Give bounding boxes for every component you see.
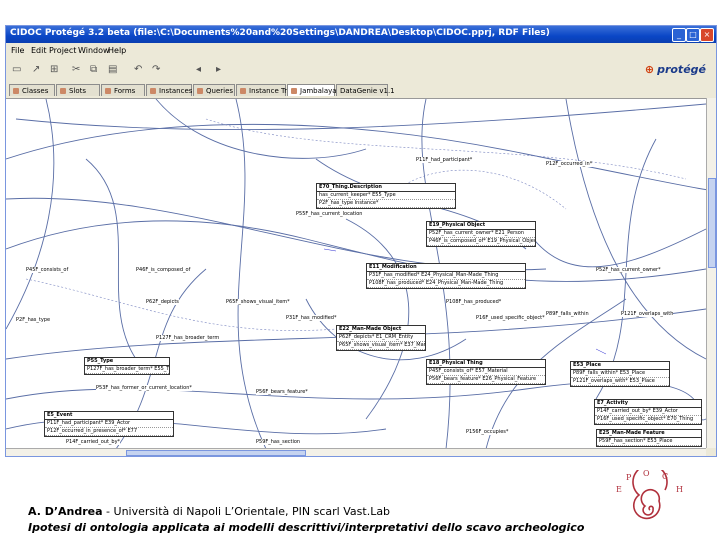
menu-help[interactable]: Help [108, 46, 126, 55]
new-icon[interactable]: ▭ [12, 64, 21, 75]
redo-icon[interactable]: ↷ [152, 64, 160, 75]
epoch-logo: E P O C H [616, 470, 683, 520]
horizontal-scroll-thumb[interactable] [126, 450, 306, 456]
jambalaya-tab-icon [291, 88, 297, 94]
edge-label: P52F_has_current_owner* [596, 267, 661, 273]
graph-node[interactable]: E5_Event P11F_had_participant* E39_Actor… [44, 411, 174, 437]
edge-label: P2F_has_type [16, 317, 51, 323]
protege-logo-mark-icon: ⊕ [644, 63, 655, 76]
slots-tab-icon [60, 88, 66, 94]
toolbar: ▭ ↗ ⊞ ✂ ⧉ ▤ ↶ ↷ ◂ ▸ ⊕ protégé [6, 59, 716, 83]
slide-footer-subtitle: Ipotesi di ontologia applicata ai modell… [28, 521, 585, 534]
menu-bar: File Edit Project Window Help [6, 44, 716, 57]
edge-label: P46F_is_composed_of [136, 267, 191, 273]
epoch-letter: P [626, 473, 632, 482]
back-icon[interactable]: ◂ [196, 64, 201, 75]
graph-node[interactable]: E7_Activity P14F_carried_out_by* E39_Act… [594, 399, 702, 425]
edge-label: P89F_falls_within [546, 311, 589, 317]
edge-label: P62F_depicts [146, 299, 179, 305]
edge-label: P108F_has_produced* [446, 299, 502, 305]
menu-window[interactable]: Window [78, 46, 110, 55]
close-button[interactable]: × [700, 28, 714, 42]
graph-node[interactable]: E53_Place P89F_falls_within* E53_Place P… [570, 361, 670, 387]
graph-node[interactable]: E19_Physical Object P52F_has_current_own… [426, 221, 536, 247]
edge-label: P55F_has_current_location [296, 211, 363, 217]
open-icon[interactable]: ↗ [32, 64, 40, 75]
tab-jambalaya[interactable]: Jambalaya [287, 84, 337, 96]
edge-label: P127F_has_broader_term [156, 335, 220, 341]
window-title: CIDOC Protégé 3.2 beta (file:\C:\Documen… [10, 28, 550, 38]
forms-tab-icon [105, 88, 111, 94]
cut-icon[interactable]: ✂ [72, 64, 80, 75]
edge-label: P65F_shows_visual_item* [226, 299, 290, 305]
edge-label: P59F_has_section [256, 439, 301, 445]
edge-label: P16F_used_specific_object* [476, 315, 545, 321]
graph-edges [6, 99, 706, 449]
forward-icon[interactable]: ▸ [216, 64, 221, 75]
slide-footer-author: A. D’Andrea - Università di Napoli L’Ori… [28, 505, 391, 518]
tab-slots[interactable]: Slots [56, 84, 100, 96]
graph-node[interactable]: E11_Modification P31F_has_modified* E24_… [366, 263, 526, 289]
vertical-scrollbar[interactable] [706, 98, 716, 448]
tab-datagenie[interactable]: DataGenie v1.1 [336, 84, 395, 96]
edge-label: P56F_bears_feature* [256, 389, 308, 395]
graph-node[interactable]: E18_Physical Thing P45F_consists_of* E57… [426, 359, 546, 385]
graph-node[interactable]: P55_Type P127F_has_broader_term* E55_Typ… [84, 357, 170, 375]
edge-label: P12F_occurred_in* [546, 161, 593, 167]
menu-edit[interactable]: Edit [31, 46, 47, 55]
edge-label: P45F_consists_of [26, 267, 69, 273]
tab-queries[interactable]: Queries [193, 84, 235, 96]
edge-label: P156F_occupies* [466, 429, 509, 435]
graph-node[interactable]: E22_Man-Made Object P62F_depicts* E1_CRM… [336, 325, 426, 351]
vertical-scroll-thumb[interactable] [708, 178, 716, 268]
tab-classes[interactable]: Classes [9, 84, 55, 96]
tab-bar: Classes Slots Forms Instances Queries In… [6, 83, 716, 98]
epoch-letter: E [616, 485, 622, 494]
edge-label: P11F_had_participant* [416, 157, 473, 163]
classes-tab-icon [13, 88, 19, 94]
edge-label: P53F_has_former_or_current_location* [96, 385, 192, 391]
edge-label: P14F_carried_out_by* [66, 439, 121, 445]
instances-tab-icon [150, 88, 156, 94]
graph-node[interactable]: E25_Man-Made Feature P59F_has_section* E… [596, 429, 702, 447]
window-titlebar[interactable]: CIDOC Protégé 3.2 beta (file:\C:\Documen… [6, 26, 716, 43]
paste-icon[interactable]: ▤ [108, 64, 117, 75]
menu-file[interactable]: File [11, 46, 24, 55]
queries-tab-icon [197, 88, 203, 94]
tab-instances[interactable]: Instances [146, 84, 192, 96]
tab-forms[interactable]: Forms [101, 84, 145, 96]
protege-logo: ⊕ protégé [644, 63, 706, 76]
graph-node[interactable]: E70_Thing.Description has_current_keeper… [316, 183, 456, 209]
epoch-letter: C [662, 472, 668, 481]
save-icon[interactable]: ⊞ [50, 64, 58, 75]
protege-window: CIDOC Protégé 3.2 beta (file:\C:\Documen… [5, 25, 717, 457]
menu-project[interactable]: Project [49, 46, 76, 55]
horizontal-scrollbar[interactable] [6, 448, 706, 456]
epoch-letter: O [643, 470, 650, 478]
graph-canvas[interactable]: E70_Thing.Description has_current_keeper… [6, 98, 706, 449]
maximize-button[interactable]: □ [686, 28, 700, 42]
copy-icon[interactable]: ⧉ [90, 64, 97, 75]
edge-label: P31F_has_modified* [286, 315, 337, 321]
instance-tree-tab-icon [240, 88, 246, 94]
undo-icon[interactable]: ↶ [134, 64, 142, 75]
epoch-letter: H [676, 485, 683, 494]
tab-instance-tree[interactable]: Instance Tree [236, 84, 296, 96]
minimize-button[interactable]: _ [672, 28, 686, 42]
edge-label: P121F_overlaps_with [621, 311, 674, 317]
